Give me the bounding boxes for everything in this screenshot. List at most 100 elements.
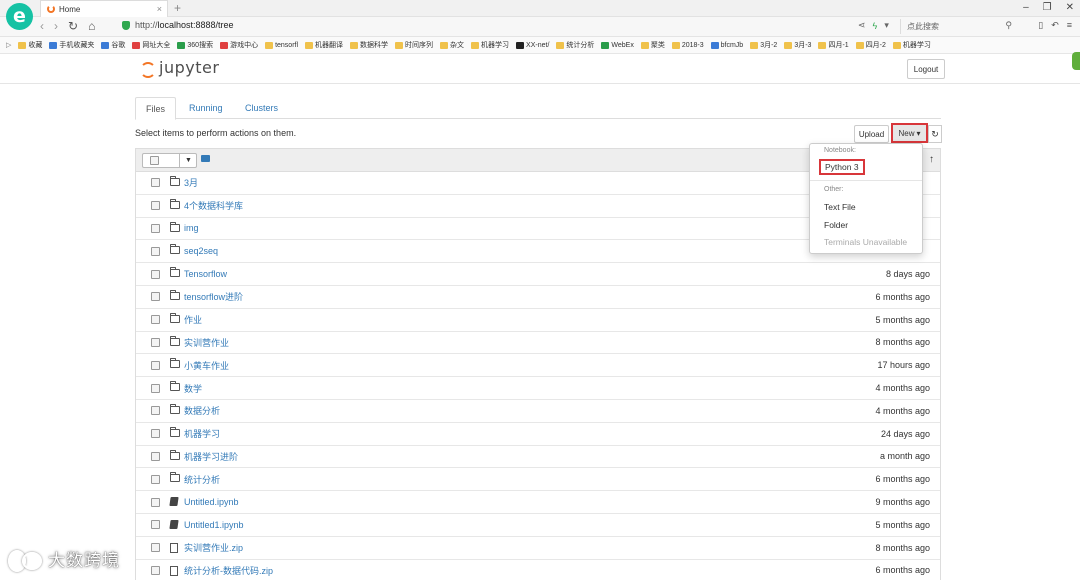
back-icon[interactable]: ‹ [40,19,44,33]
file-name-link[interactable]: tensorflow进阶 [184,290,243,303]
phone-icon[interactable]: ▯ [1038,20,1043,31]
file-row[interactable]: Untitled.ipynb 9 months ago [136,491,940,514]
file-name-link[interactable]: img [184,223,199,233]
row-checkbox[interactable] [151,451,160,461]
bookmark-item[interactable]: XX-net/ [516,41,549,49]
file-name-link[interactable]: 数据分析 [184,404,220,417]
row-checkbox[interactable] [151,360,160,370]
bookmark-item[interactable]: 手机收藏夹 [49,40,94,50]
file-row[interactable]: 机器学习进阶 a month ago [136,446,940,469]
bookmark-item[interactable]: bfcmJb [710,41,743,49]
menu-item-folder[interactable]: Folder [824,220,848,230]
bookmark-item[interactable]: 网址大全 [132,40,170,50]
row-checkbox[interactable] [151,337,160,347]
row-checkbox[interactable] [151,292,160,302]
row-checkbox[interactable] [151,246,160,256]
file-name-link[interactable]: Untitled1.ipynb [184,520,244,530]
file-name-link[interactable]: 4个数据科学库 [184,199,243,212]
row-checkbox[interactable] [151,474,160,484]
bookmark-item[interactable]: 机器学习 [471,40,509,50]
browser-logo-icon[interactable]: e [6,3,33,30]
row-checkbox[interactable] [151,406,160,416]
share-icon[interactable]: ⋖ [858,20,866,31]
new-button[interactable]: New ▾ [891,123,928,143]
menu-item-text-file[interactable]: Text File [824,202,856,212]
bookmark-item[interactable]: 四月-2 [855,40,886,50]
address-bar[interactable]: http://localhost:8888/tree [122,20,234,30]
bookmark-item[interactable]: 四月-1 [818,40,849,50]
search-icon[interactable]: ⚲ [1005,20,1012,31]
menu-item-python3[interactable]: Python 3 [819,159,865,175]
file-row[interactable]: 统计分析 6 months ago [136,468,940,492]
file-name-link[interactable]: 机器学习进阶 [184,450,238,463]
bookmark-item[interactable]: 3月-2 [750,40,777,50]
bookmark-item[interactable]: 游戏中心 [220,40,258,50]
dropdown-chevron-icon[interactable]: ▾ [884,20,889,31]
select-dropdown-icon[interactable]: ▼ [179,153,197,168]
row-checkbox[interactable] [151,315,160,325]
close-window-icon[interactable]: ✕ [1066,2,1074,13]
row-checkbox[interactable] [151,497,160,507]
row-checkbox[interactable] [151,201,160,211]
file-name-link[interactable]: 实训营作业 [184,336,229,349]
file-name-link[interactable]: Untitled.ipynb [184,497,239,507]
home-folder-icon[interactable] [201,155,210,162]
bookmark-item[interactable]: 聚类 [640,40,665,50]
reload-icon[interactable]: ↻ [68,19,78,33]
bookmark-item[interactable]: 360搜索 [177,40,213,50]
file-name-link[interactable]: 机器学习 [184,427,220,440]
file-name-link[interactable]: 作业 [184,313,202,326]
tab-clusters[interactable]: Clusters [235,97,288,119]
bookmark-item[interactable]: tensorfl [265,41,298,49]
file-row[interactable]: 小黄车作业 17 hours ago [136,354,940,378]
bookmark-item[interactable]: 谷歌 [101,40,125,50]
bookmark-item[interactable]: 2018-3 [671,41,704,49]
file-name-link[interactable]: Tensorflow [184,269,227,279]
bookmark-item[interactable]: 数据科学 [350,40,388,50]
upload-button[interactable]: Upload [854,125,889,143]
bookmark-item[interactable]: WebEx [601,41,634,49]
bookmark-item[interactable]: 收藏 [18,40,42,50]
browser-tab[interactable]: Home × [40,0,168,17]
jupyter-logo[interactable]: jupyter [139,58,219,78]
file-row[interactable]: Tensorflow 8 days ago [136,263,940,286]
row-checkbox[interactable] [151,178,160,188]
bookmark-item[interactable]: 3月-3 [784,40,811,50]
file-name-link[interactable]: 小黄车作业 [184,359,229,372]
sort-arrow-icon[interactable]: ↑ [929,154,934,165]
refresh-icon[interactable]: ↻ [928,125,942,143]
new-tab-icon[interactable]: + [174,1,181,15]
file-name-link[interactable]: 统计分析-数据代码.zip [184,564,273,577]
file-row[interactable]: 作业 5 months ago [136,309,940,332]
bookmark-item[interactable]: 机器学习 [892,40,931,50]
file-row[interactable]: tensorflow进阶 6 months ago [136,286,940,309]
row-checkbox[interactable] [151,383,160,393]
forward-icon[interactable]: › [54,19,58,33]
bookmark-item[interactable]: 统计分析 [556,40,594,50]
row-checkbox[interactable] [151,429,160,439]
select-all-control[interactable]: ▼ [142,153,197,168]
bookmarks-toggle-icon[interactable]: ▷ [6,41,11,49]
maximize-icon[interactable]: ❐ [1043,2,1052,13]
minimize-icon[interactable]: – [1023,2,1029,13]
row-checkbox[interactable] [151,520,160,530]
bookmark-item[interactable]: 时间序列 [395,40,433,50]
bookmark-item[interactable]: 机器翻译 [305,40,343,50]
tab-close-icon[interactable]: × [157,4,162,14]
lightning-icon[interactable]: ϟ [873,21,878,31]
bookmark-item[interactable]: 杂文 [440,40,464,50]
menu-icon[interactable]: ≡ [1067,20,1072,31]
row-checkbox[interactable] [151,269,160,279]
file-name-link[interactable]: 统计分析 [184,473,220,486]
file-row[interactable]: 统计分析-数据代码.zip 6 months ago [136,560,940,580]
row-checkbox[interactable] [151,565,160,575]
file-row[interactable]: 数学 4 months ago [136,377,940,400]
file-name-link[interactable]: 数学 [184,382,202,395]
file-row[interactable]: 实训营作业.zip 8 months ago [136,537,940,560]
tab-running[interactable]: Running [179,97,233,119]
file-name-link[interactable]: seq2seq [184,246,218,256]
file-row[interactable]: 机器学习 24 days ago [136,423,940,446]
file-name-link[interactable]: 3月 [184,176,198,189]
row-checkbox[interactable] [151,223,160,233]
file-name-link[interactable]: 实训营作业.zip [184,541,243,554]
